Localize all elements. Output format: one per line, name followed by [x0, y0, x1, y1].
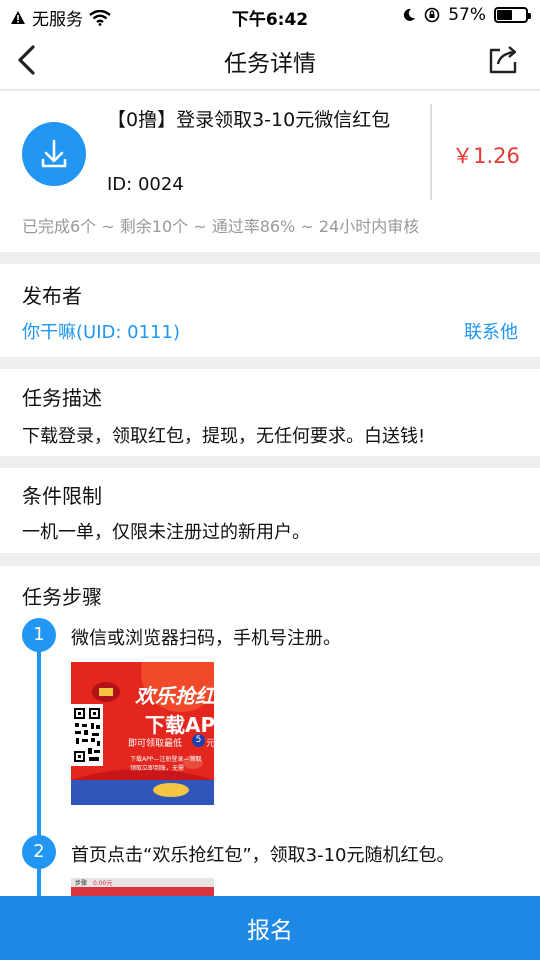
- step-number: 1: [22, 618, 56, 652]
- signup-button[interactable]: 报名: [0, 896, 540, 960]
- task-stats: 已完成6个 ~ 剩余10个 ~ 通过率86% ~ 24小时内审核: [22, 217, 420, 236]
- step-number: 2: [22, 835, 56, 869]
- step-text: 微信或浏览器扫码，手机号注册。: [71, 628, 341, 649]
- status-bar: 无服务 下午6:42 57%: [0, 0, 540, 30]
- task-price: ￥1.26: [452, 144, 520, 168]
- battery-percent: 57%: [448, 5, 486, 25]
- nav-bar: 任务详情: [0, 30, 540, 90]
- description-heading: 任务描述: [22, 386, 102, 410]
- conditions-text: 一机一单，仅限未注册过的新用户。: [22, 522, 310, 543]
- poster-unit: 元: [206, 739, 214, 749]
- poster-headline: 欢乐抢红: [135, 684, 214, 708]
- battery-icon: [494, 7, 531, 23]
- contact-link[interactable]: 联系他: [464, 318, 518, 344]
- moon-icon: [404, 8, 416, 21]
- step-image-poster[interactable]: 欢乐抢红 下载AP 即可领取最低 5 元 下载APP—注册登录—领取 领取立即到…: [71, 662, 214, 805]
- description-text: 下载登录，领取红包，提现，无任何要求。白送钱!: [22, 426, 426, 447]
- battery-level: [497, 10, 512, 20]
- task-title: 【0撸】登录领取3-10元微信红包: [107, 109, 391, 131]
- task-id: ID: 0024: [107, 174, 184, 195]
- share-icon[interactable]: [486, 42, 520, 76]
- screenshot-step-label: 步骤: [75, 880, 88, 887]
- poster-caption: 即可领取最低: [128, 739, 183, 749]
- orientation-lock-icon: [424, 7, 440, 23]
- poster-line2: 领取立即到账，无需: [130, 765, 185, 772]
- page-title: 任务详情: [224, 51, 316, 77]
- poster-badge: 5: [192, 734, 205, 747]
- step-text: 首页点击“欢乐抢红包”，领取3-10元随机红包。: [71, 845, 455, 866]
- publisher-heading: 发布者: [22, 284, 82, 308]
- conditions-heading: 条件限制: [22, 484, 102, 508]
- task-icon: [22, 122, 86, 186]
- status-right: 57%: [402, 5, 531, 25]
- screenshot-amount: 0.00元: [93, 880, 113, 887]
- poster-subheadline: 下载AP: [145, 713, 214, 737]
- poster-line1: 下载APP—注册登录—领取: [130, 756, 202, 763]
- download-icon: [41, 139, 67, 168]
- publisher-name-link[interactable]: 你干嘛(UID: 0111): [22, 318, 180, 344]
- steps-heading: 任务步骤: [22, 585, 102, 609]
